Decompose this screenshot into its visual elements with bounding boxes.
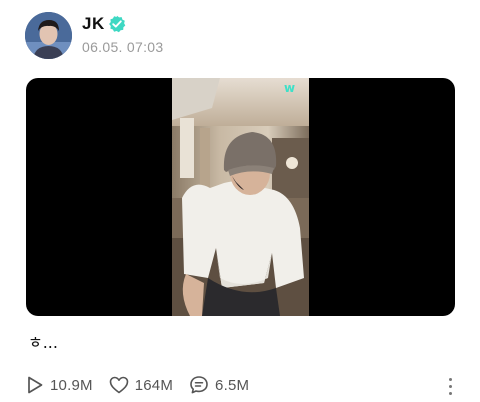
weverse-watermark: w	[284, 81, 296, 95]
likes-count: 164M	[134, 376, 174, 394]
verified-badge-icon	[109, 15, 126, 33]
video-player[interactable]: w	[26, 78, 455, 316]
plays-stat[interactable]: 10.9M	[26, 375, 93, 395]
profile-photo-icon	[25, 12, 72, 59]
plays-count: 10.9M	[50, 376, 93, 394]
comments-stat[interactable]: 6.5M	[189, 375, 249, 395]
more-options-button[interactable]	[440, 374, 460, 398]
video-thumbnail: w	[172, 78, 309, 316]
comment-icon	[190, 376, 208, 394]
post-caption: ㅎ...	[28, 333, 58, 352]
play-icon	[28, 376, 43, 394]
comments-count: 6.5M	[215, 376, 250, 394]
heart-icon	[109, 376, 129, 394]
likes-stat[interactable]: 164M	[109, 376, 173, 394]
video-frame-image	[172, 78, 309, 316]
post-card: JK 06.05. 07:03 w ㅎ... 10.9M 164M 6.5M	[0, 0, 480, 402]
avatar[interactable]	[25, 12, 72, 59]
post-stats: 10.9M 164M 6.5M	[26, 374, 265, 396]
post-timestamp: 06.05. 07:03	[82, 39, 164, 55]
author-name[interactable]: JK	[82, 14, 105, 34]
more-vertical-icon	[448, 377, 452, 381]
